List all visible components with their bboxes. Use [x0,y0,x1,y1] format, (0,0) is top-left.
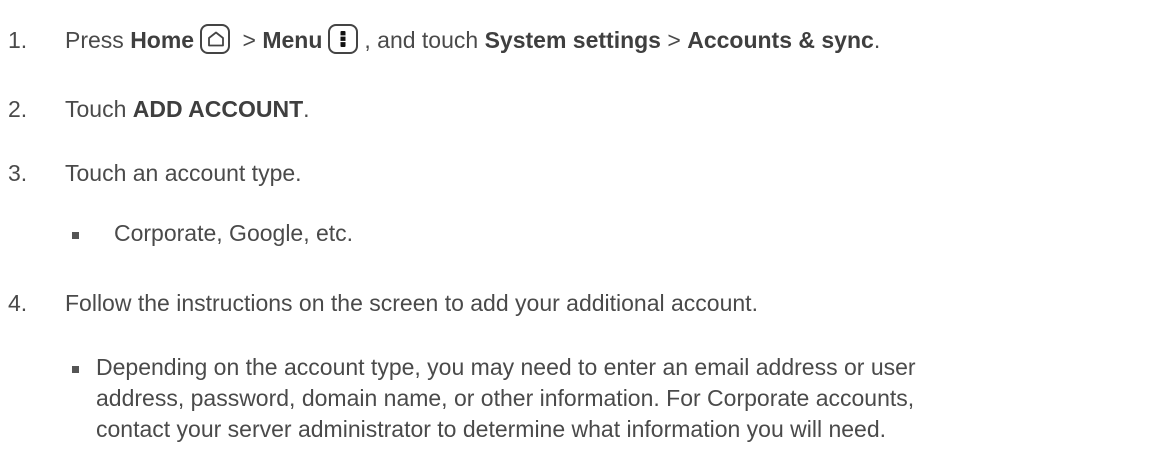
bullet-text-line: Depending on the account type, you may n… [96,354,916,380]
step-text: Touch [65,96,133,122]
system-settings-label: System settings [484,27,661,53]
step-3: 3. Touch an account type. [8,160,302,187]
step-text: Press [65,27,131,53]
home-icon [200,24,231,54]
step-number: 4. [8,290,28,316]
bullet-text: Corporate, Google, etc. [114,220,354,246]
step-text: . [873,27,881,53]
separator: > [660,27,688,53]
step-text: Touch an account type. [65,160,302,186]
step-number: 1. [8,27,28,53]
step-text: , and touch [364,27,485,53]
step-2: 2. Touch ADD ACCOUNT. [8,96,310,123]
menu-label: Menu [262,27,323,53]
accounts-sync-label: Accounts & sync [687,27,874,53]
add-account-label: ADD ACCOUNT [132,96,304,122]
bullet-text-line: contact your server administrator to det… [96,416,887,442]
bullet-marker [72,232,79,239]
step-text: . [303,96,310,122]
instruction-document: 1. Press Home > Menu , and touch System s… [0,0,1156,460]
bullet-marker [72,366,79,373]
separator: > [236,27,263,53]
step-number: 3. [8,160,28,186]
step-number: 2. [8,96,28,122]
home-label: Home [130,27,195,53]
menu-icon [328,24,359,54]
step-1: 1. Press Home > Menu , and touch System s… [8,24,880,54]
bullet-text-line: address, password, domain name, or other… [96,385,915,411]
step-text: Follow the instructions on the screen to… [65,290,758,316]
step-4: 4. Follow the instructions on the screen … [8,290,758,317]
